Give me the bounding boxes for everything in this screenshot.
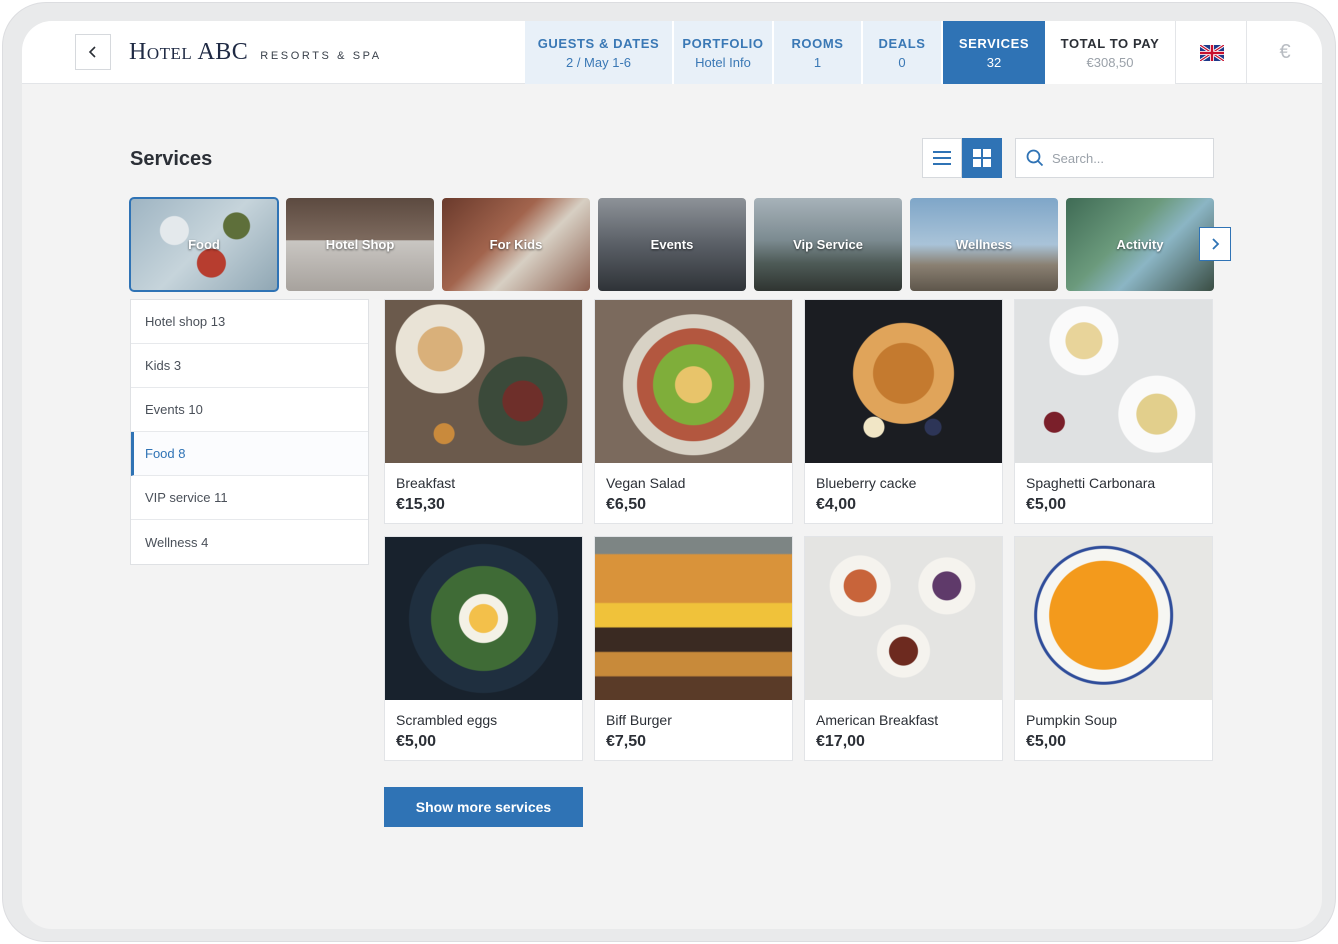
chevron-left-icon (88, 46, 96, 58)
logo-subtitle: RESORTS & SPA (260, 50, 382, 62)
side-item-hotel-shop[interactable]: Hotel shop 13 (131, 300, 368, 344)
tab-subtitle: 1 (813, 54, 822, 70)
product-card[interactable]: Vegan Salad €6,50 (594, 299, 793, 524)
product-card[interactable]: American Breakfast €17,00 (804, 536, 1003, 761)
product-price: €15,30 (396, 496, 445, 513)
product-price: €5,00 (396, 733, 437, 750)
product-name: Spaghetti Carbonara (1026, 475, 1156, 491)
chevron-right-icon (1212, 238, 1220, 250)
side-item-events[interactable]: Events 10 (131, 388, 368, 432)
show-more-button[interactable]: Show more services (384, 787, 583, 827)
grid-view-button[interactable] (962, 138, 1002, 178)
product-card[interactable]: Biff Burger €7,50 (594, 536, 793, 761)
tab-portfolio[interactable]: PORTFOLIO Hotel Info (674, 21, 774, 84)
category-carousel: Food Hotel Shop For Kids Events Vip Serv… (129, 197, 1214, 292)
total-title: TOTAL TO PAY (1060, 35, 1160, 51)
tab-rooms[interactable]: ROOMS 1 (774, 21, 863, 84)
product-image (805, 537, 1002, 700)
tab-services[interactable]: SERVICES 32 (943, 21, 1045, 84)
euro-icon: € (1279, 41, 1291, 63)
product-card[interactable]: Breakfast €15,30 (384, 299, 583, 524)
category-label: Vip Service (793, 237, 863, 252)
list-icon (933, 151, 951, 165)
tab-guests-dates[interactable]: GUESTS & DATES 2 / May 1-6 (525, 21, 674, 84)
side-item-wellness[interactable]: Wellness 4 (131, 520, 368, 564)
product-card[interactable]: Blueberry cacke €4,00 (804, 299, 1003, 524)
side-item-vip-service[interactable]: VIP service 11 (131, 476, 368, 520)
tab-title: SERVICES (958, 35, 1030, 51)
language-button[interactable] (1177, 21, 1247, 84)
product-image (805, 300, 1002, 463)
total-amount: €308,50 (1086, 54, 1134, 70)
search-box (1015, 138, 1214, 178)
tab-subtitle: Hotel Info (695, 54, 751, 70)
product-price: €4,00 (816, 496, 857, 513)
side-item-food[interactable]: Food 8 (131, 432, 368, 476)
hotel-logo[interactable]: Hotel ABC RESORTS & SPA (129, 39, 382, 66)
currency-button[interactable]: € (1248, 21, 1322, 84)
back-button[interactable] (75, 34, 111, 70)
tab-subtitle: 32 (986, 54, 1002, 70)
category-label: Food (188, 237, 220, 252)
product-name: Breakfast (396, 475, 456, 491)
product-price: €5,00 (1026, 733, 1067, 750)
tab-title: DEALS (878, 35, 926, 51)
product-image (1015, 537, 1212, 700)
category-hotel-shop[interactable]: Hotel Shop (286, 198, 434, 291)
app-screen: Hotel ABC RESORTS & SPA GUESTS & DATES 2… (22, 21, 1322, 929)
tablet-frame: Hotel ABC RESORTS & SPA GUESTS & DATES 2… (2, 2, 1336, 942)
top-header: Hotel ABC RESORTS & SPA GUESTS & DATES 2… (22, 21, 1322, 84)
search-input[interactable] (1052, 150, 1202, 166)
product-card[interactable]: Spaghetti Carbonara €5,00 (1014, 299, 1213, 524)
category-events[interactable]: Events (598, 198, 746, 291)
uk-flag-icon (1199, 44, 1224, 61)
product-image (595, 300, 792, 463)
product-name: Blueberry cacke (816, 475, 917, 491)
tab-title: GUESTS & DATES (537, 35, 660, 51)
product-price: €5,00 (1026, 496, 1067, 513)
category-for-kids[interactable]: For Kids (442, 198, 590, 291)
category-activity[interactable]: Activity (1066, 198, 1214, 291)
tab-deals[interactable]: DEALS 0 (863, 21, 943, 84)
product-card[interactable]: Scrambled eggs €5,00 (384, 536, 583, 761)
category-label: Wellness (955, 237, 1013, 252)
product-name: American Breakfast (816, 712, 939, 728)
product-name: Scrambled eggs (396, 712, 498, 728)
product-image (1015, 300, 1212, 463)
logo-name: Hotel ABC (129, 39, 249, 65)
search-icon (1026, 149, 1044, 167)
product-name: Vegan Salad (606, 475, 686, 491)
tab-subtitle: 0 (898, 54, 906, 70)
category-label: Events (650, 237, 694, 252)
tab-subtitle: 2 / May 1-6 (565, 54, 632, 70)
category-vip-service[interactable]: Vip Service (754, 198, 902, 291)
category-label: Hotel Shop (325, 237, 395, 252)
category-label: For Kids (489, 237, 543, 252)
product-image (385, 300, 582, 463)
category-wellness[interactable]: Wellness (910, 198, 1058, 291)
grid-icon (973, 149, 991, 167)
service-category-list: Hotel shop 13 Kids 3 Events 10 Food 8 VI… (130, 299, 369, 565)
product-price: €17,00 (816, 733, 865, 750)
product-image (595, 537, 792, 700)
side-item-kids[interactable]: Kids 3 (131, 344, 368, 388)
category-food[interactable]: Food (129, 197, 279, 292)
total-to-pay[interactable]: TOTAL TO PAY €308,50 (1045, 21, 1176, 84)
tab-title: ROOMS (791, 35, 844, 51)
view-toggle (922, 138, 1002, 178)
carousel-next-button[interactable] (1199, 227, 1231, 261)
category-label: Activity (1116, 237, 1164, 252)
product-card[interactable]: Pumpkin Soup €5,00 (1014, 536, 1213, 761)
product-price: €7,50 (606, 733, 647, 750)
product-image (385, 537, 582, 700)
product-grid: Breakfast €15,30 Vegan Salad €6,50 Blueb… (384, 299, 1213, 761)
product-name: Biff Burger (606, 712, 672, 728)
product-price: €6,50 (606, 496, 647, 513)
tab-title: PORTFOLIO (682, 35, 764, 51)
product-name: Pumpkin Soup (1026, 712, 1118, 728)
booking-steps-nav: GUESTS & DATES 2 / May 1-6 PORTFOLIO Hot… (525, 21, 1045, 84)
page-title: Services (130, 148, 213, 170)
list-view-button[interactable] (922, 138, 962, 178)
